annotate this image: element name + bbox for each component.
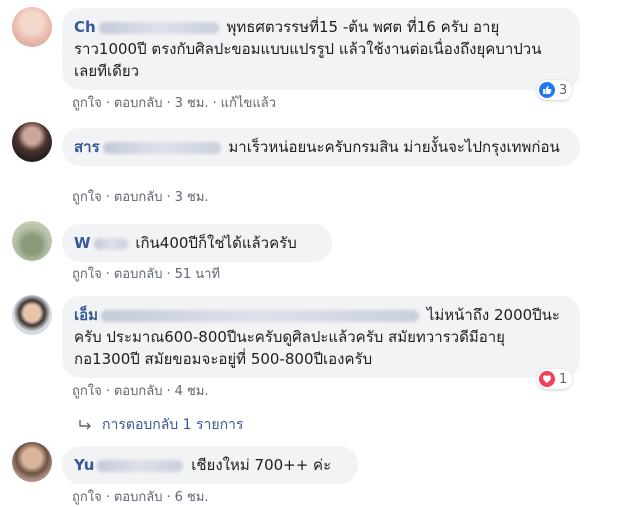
view-replies-label: การตอบกลับ 1 รายการ — [102, 417, 244, 433]
reaction-count[interactable]: 1 — [537, 369, 573, 389]
avatar[interactable] — [12, 122, 52, 162]
like-link[interactable]: ถูกใจ — [72, 267, 102, 282]
avatar[interactable] — [12, 442, 52, 482]
comment-author[interactable]: W — [74, 234, 131, 252]
reply-link[interactable]: ตอบกลับ — [114, 267, 163, 282]
reply-link[interactable]: ตอบกลับ — [114, 96, 163, 111]
comment-actions: ถูกใจ · ตอบกลับ · 51 นาที — [72, 267, 221, 282]
timestamp[interactable]: 6 ชม. — [175, 490, 209, 505]
like-link[interactable]: ถูกใจ — [72, 96, 102, 111]
avatar[interactable] — [12, 7, 52, 47]
comment-bubble: Yu เชียงใหม่ 700++ ค่ะ — [62, 446, 358, 484]
timestamp[interactable]: 3 ชม. — [175, 190, 209, 205]
reply-link[interactable]: ตอบกลับ — [114, 490, 163, 505]
timestamp[interactable]: 3 ชม. — [175, 96, 209, 111]
comment-author[interactable]: Ch — [74, 18, 222, 36]
comment-actions: ถูกใจ · ตอบกลับ · 6 ชม. — [72, 490, 209, 505]
comment-text: เกิน400ปีก็ใช่ได้แล้วครับ — [135, 234, 297, 252]
avatar[interactable] — [12, 295, 52, 335]
comment-text: เชียงใหม่ 700++ ค่ะ — [191, 456, 332, 474]
love-reaction-icon — [539, 371, 555, 387]
edited-label[interactable]: แก้ไขแล้ว — [221, 96, 276, 111]
reaction-count[interactable]: 3 — [537, 80, 573, 100]
timestamp[interactable]: 4 ชม. — [175, 384, 209, 399]
comment-bubble: สาร มาเร็วหน่อยนะครับกรมสิน ม่ายงั้นจะไป… — [62, 128, 580, 166]
like-link[interactable]: ถูกใจ — [72, 384, 102, 399]
like-reaction-icon — [539, 82, 555, 98]
timestamp[interactable]: 51 นาที — [175, 267, 220, 282]
avatar[interactable] — [12, 221, 52, 261]
comment-actions: ถูกใจ · ตอบกลับ · 4 ชม. — [72, 384, 209, 399]
comment-author[interactable]: สาร — [74, 138, 224, 156]
comment-author[interactable]: Yu — [74, 456, 186, 474]
reply-link[interactable]: ตอบกลับ — [114, 190, 163, 205]
comment-author[interactable]: เอ็ม — [74, 306, 422, 324]
comment-text: มาเร็วหน่อยนะครับกรมสิน ม่ายงั้นจะไปกรุง… — [228, 138, 560, 156]
comment-bubble: W เกิน400ปีก็ใช่ได้แล้วครับ — [62, 224, 332, 262]
comment-bubble: เอ็ม ไม่หน้าถึง 2000ปีนะครับ ประมาณ600-8… — [62, 296, 580, 378]
reply-arrow-icon — [79, 420, 91, 430]
reply-link[interactable]: ตอบกลับ — [114, 384, 163, 399]
comment-actions: ถูกใจ · ตอบกลับ · 3 ชม. — [72, 190, 209, 205]
like-link[interactable]: ถูกใจ — [72, 190, 102, 205]
like-link[interactable]: ถูกใจ — [72, 490, 102, 505]
comment-bubble: Ch พุทธศตวรรษที่15 -ต้น พศต ที่16 ครับ อ… — [62, 8, 580, 90]
comment-actions: ถูกใจ · ตอบกลับ · 3 ชม. · แก้ไขแล้ว — [72, 96, 276, 111]
view-replies-link[interactable]: การตอบกลับ 1 รายการ — [78, 414, 243, 436]
